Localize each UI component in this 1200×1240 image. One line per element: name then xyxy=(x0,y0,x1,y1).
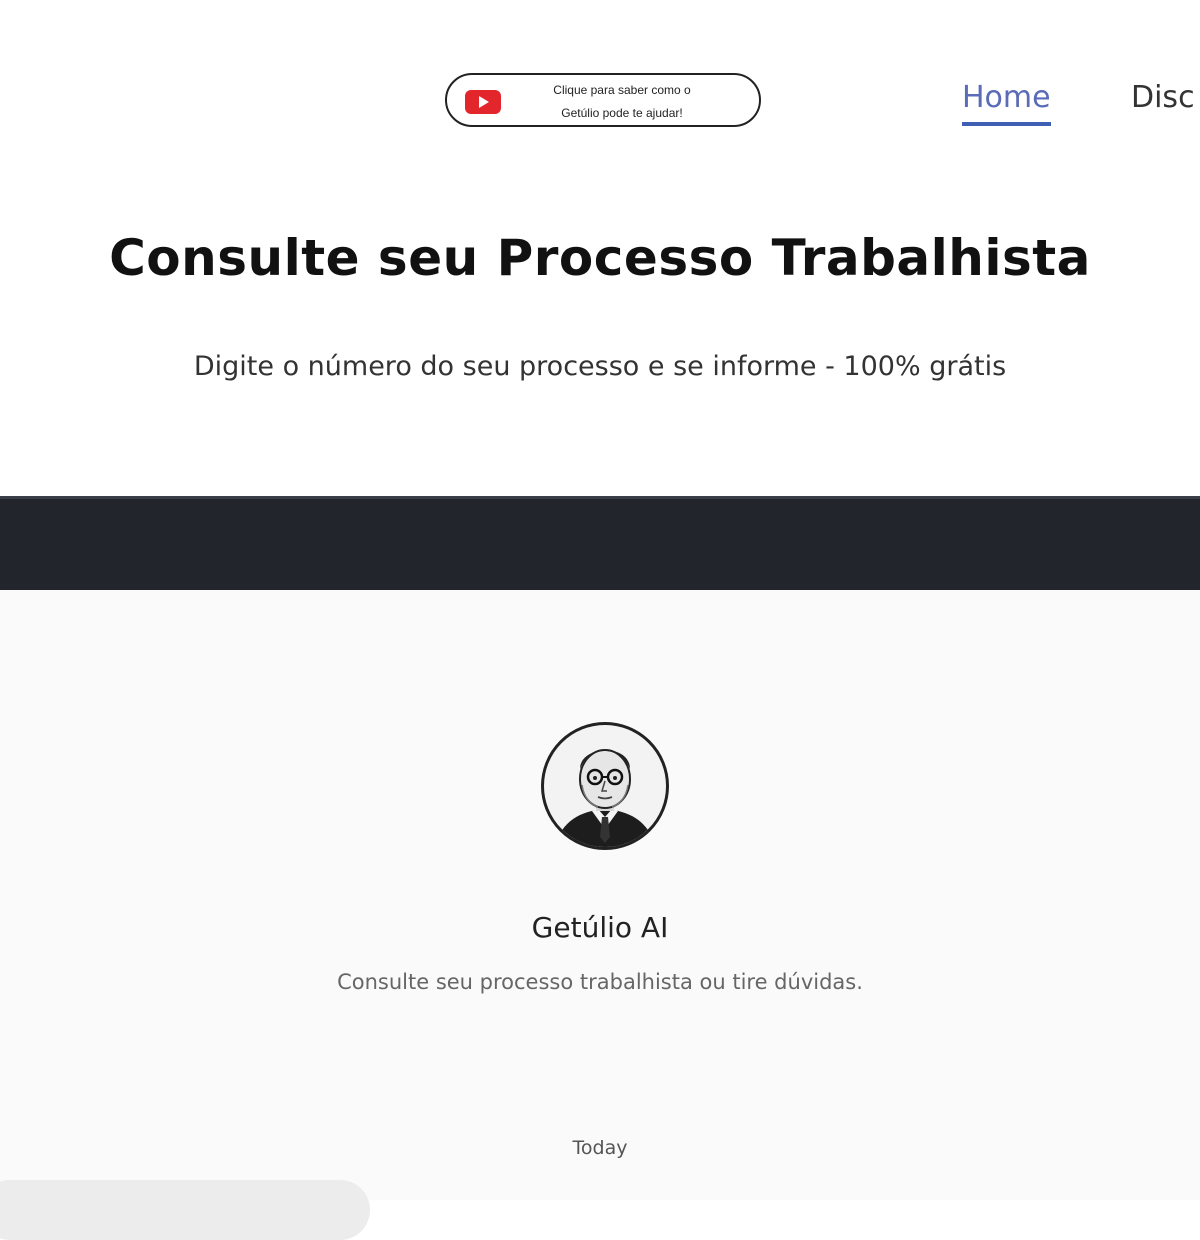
page-title: Consulte seu Processo Trabalhista xyxy=(109,229,1091,287)
date-separator: Today xyxy=(572,1137,628,1159)
chat-message-bubble xyxy=(0,1180,370,1240)
video-button-text: Clique para saber como o Getúlio pode te… xyxy=(509,79,735,125)
bot-avatar xyxy=(541,722,669,850)
page-subtitle: Digite o número do seu processo e se inf… xyxy=(193,351,1007,382)
video-button-line-2: Getúlio pode te ajudar! xyxy=(561,106,683,120)
site-header: Clique para saber como o Getúlio pode te… xyxy=(0,0,1200,496)
dark-banner xyxy=(0,496,1200,590)
nav-second-link[interactable]: Disc xyxy=(1131,80,1195,116)
bot-name: Getúlio AI xyxy=(531,911,669,944)
youtube-play-icon xyxy=(465,90,501,114)
portrait-avatar xyxy=(554,749,656,847)
how-it-works-video-button[interactable]: Clique para saber como o Getúlio pode te… xyxy=(445,73,761,127)
video-button-line-1: Clique para saber como o xyxy=(553,83,691,97)
bot-description: Consulte seu processo trabalhista ou tir… xyxy=(337,970,863,994)
nav-home-link[interactable]: Home xyxy=(962,80,1051,126)
chat-panel: Getúlio AI Consulte seu processo trabalh… xyxy=(0,590,1200,1240)
